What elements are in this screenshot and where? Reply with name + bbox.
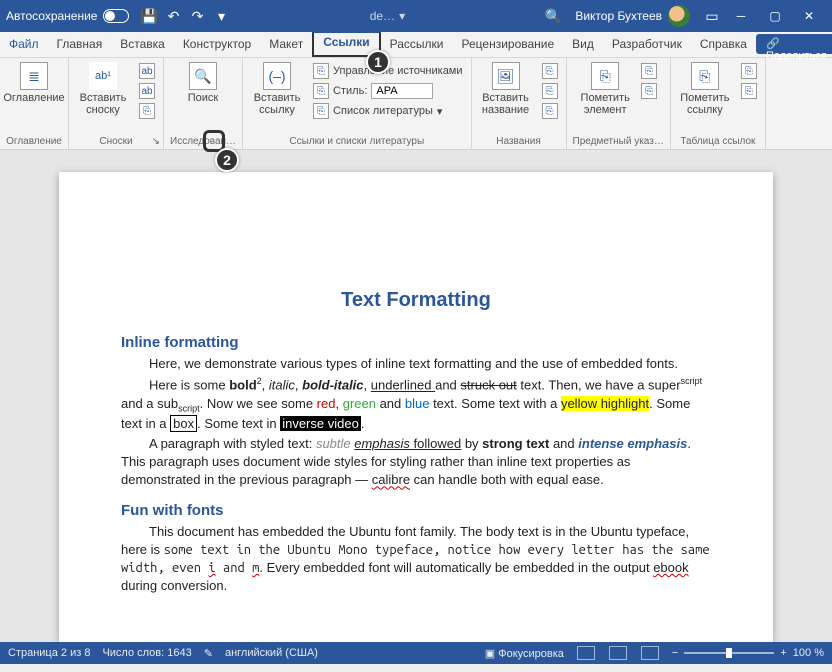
search-icon[interactable]: 🔍: [544, 7, 562, 25]
save-icon[interactable]: 💾: [140, 7, 158, 25]
ribbon: ≣ Оглавление Оглавление ab¹ Вставить сно…: [0, 58, 832, 150]
doc-title: Text Formatting: [121, 286, 711, 314]
heading-inline: Inline formatting: [121, 332, 711, 353]
citation-icon: (‒): [263, 62, 291, 90]
tab-view[interactable]: Вид: [563, 32, 603, 57]
zoom-track[interactable]: [684, 652, 774, 654]
qa-dropdown-icon[interactable]: ▾: [212, 7, 230, 25]
tab-design[interactable]: Конструктор: [174, 32, 260, 57]
update-table-button[interactable]: ⎘: [540, 82, 560, 100]
mark-citation-button[interactable]: ⎘ Пометить ссылку: [677, 62, 733, 116]
print-layout-icon[interactable]: [609, 646, 627, 660]
tab-developer[interactable]: Разработчик: [603, 32, 691, 57]
close-button[interactable]: ✕: [792, 0, 826, 32]
para-2: Here is some bold2, italic, bold-italic,…: [121, 375, 711, 433]
bibliography-button[interactable]: ⎘Список литературы ▾: [311, 102, 464, 120]
tab-help[interactable]: Справка: [691, 32, 756, 57]
group-captions: 🖼 Вставить название ⎘ ⎘ ⎘ Названия: [472, 58, 567, 149]
mark-entry-button[interactable]: ⎘ Пометить элемент: [577, 62, 633, 116]
footnotes-launcher[interactable]: ↘: [152, 136, 160, 147]
search-button[interactable]: 🔍 Поиск: [175, 62, 231, 104]
zoom-slider[interactable]: − + 100 %: [672, 647, 824, 659]
next-footnote-button[interactable]: ab: [137, 82, 157, 100]
update-toa-button[interactable]: ⎘: [739, 82, 759, 100]
page[interactable]: Text Formatting Inline formatting Here, …: [59, 172, 773, 642]
toc-button[interactable]: ≣ Оглавление: [6, 62, 62, 104]
search-large-icon: 🔍: [189, 62, 217, 90]
tab-insert[interactable]: Вставка: [111, 32, 174, 57]
zoom-in-icon[interactable]: +: [780, 647, 786, 659]
tab-file[interactable]: Файл: [0, 32, 48, 57]
status-bar: Страница 2 из 8 Число слов: 1643 ✎ англи…: [0, 642, 832, 664]
insert-citation-button[interactable]: (‒) Вставить ссылку: [249, 62, 305, 116]
undo-icon[interactable]: ↶: [164, 7, 182, 25]
group-footnotes: ab¹ Вставить сноску ab ab ⎘ Сноски ↘: [69, 58, 164, 149]
redo-icon[interactable]: ↷: [188, 7, 206, 25]
style-input[interactable]: [371, 83, 433, 99]
footnote-icon: ab¹: [89, 62, 117, 90]
group-toc: ≣ Оглавление Оглавление: [0, 58, 69, 149]
ribbon-options-icon[interactable]: ▭: [703, 7, 721, 25]
document-title[interactable]: de…▾: [370, 9, 405, 23]
avatar-icon: [668, 5, 690, 27]
show-notes-button[interactable]: ⎘: [137, 102, 157, 120]
document-area[interactable]: Text Formatting Inline formatting Here, …: [0, 150, 832, 642]
focus-mode[interactable]: ▣ Фокусировка: [485, 647, 564, 660]
callout-1: 1: [366, 50, 390, 74]
toc-icon: ≣: [20, 62, 48, 90]
table-of-figures-button[interactable]: ⎘: [540, 62, 560, 80]
authorities-icon: ⎘: [691, 62, 719, 90]
user-account[interactable]: Виктор Бухтеев: [575, 5, 690, 27]
maximize-button[interactable]: ▢: [758, 0, 792, 32]
insert-endnote-button[interactable]: ab: [137, 62, 157, 80]
para-3: A paragraph with styled text: subtle emp…: [121, 435, 711, 490]
spell-check-icon[interactable]: ✎: [204, 647, 213, 660]
insert-footnote-button[interactable]: ab¹ Вставить сноску: [75, 62, 131, 116]
group-authorities: ⎘ Пометить ссылку ⎘ ⎘ Таблица ссылок: [671, 58, 766, 149]
ribbon-tabs: Файл Главная Вставка Конструктор Макет С…: [0, 32, 832, 58]
callout-2: 2: [215, 148, 239, 172]
insert-caption-button[interactable]: 🖼 Вставить название: [478, 62, 534, 116]
caption-icon: 🖼: [492, 62, 520, 90]
group-citations: (‒) Вставить ссылку ⎘Управление источник…: [243, 58, 471, 149]
para-1: Here, we demonstrate various types of in…: [121, 355, 711, 373]
group-index: ⎘ Пометить элемент ⎘ ⎘ Предметный указ…: [567, 58, 671, 149]
cross-reference-button[interactable]: ⎘: [540, 102, 560, 120]
chevron-down-icon: ▾: [399, 9, 405, 23]
tab-layout[interactable]: Макет: [260, 32, 312, 57]
para-4: This document has embedded the Ubuntu fo…: [121, 523, 711, 596]
web-layout-icon[interactable]: [641, 646, 659, 660]
update-index-button[interactable]: ⎘: [639, 82, 659, 100]
autosave-label: Автосохранение: [6, 9, 97, 23]
word-count[interactable]: Число слов: 1643: [102, 647, 191, 659]
language-indicator[interactable]: английский (США): [225, 647, 318, 659]
tab-review[interactable]: Рецензирование: [453, 32, 564, 57]
citation-style-select[interactable]: ⎘Стиль:: [311, 82, 464, 100]
minimize-button[interactable]: ─: [724, 0, 758, 32]
zoom-level[interactable]: 100 %: [793, 647, 824, 659]
index-icon: ⎘: [591, 62, 619, 90]
tab-mailings[interactable]: Рассылки: [381, 32, 453, 57]
heading-fonts: Fun with fonts: [121, 500, 711, 521]
insert-index-button[interactable]: ⎘: [639, 62, 659, 80]
user-name: Виктор Бухтеев: [575, 9, 662, 23]
autosave-toggle[interactable]: Автосохранение: [6, 9, 129, 23]
zoom-out-icon[interactable]: −: [672, 647, 678, 659]
tab-home[interactable]: Главная: [48, 32, 112, 57]
insert-toa-button[interactable]: ⎘: [739, 62, 759, 80]
share-button[interactable]: 🔗 Поделиться: [756, 34, 832, 54]
toggle-switch-icon[interactable]: [103, 9, 129, 23]
read-mode-icon[interactable]: [577, 646, 595, 660]
title-bar: Автосохранение 💾 ↶ ↷ ▾ de…▾ 🔍 Виктор Бух…: [0, 0, 832, 32]
page-indicator[interactable]: Страница 2 из 8: [8, 647, 90, 659]
